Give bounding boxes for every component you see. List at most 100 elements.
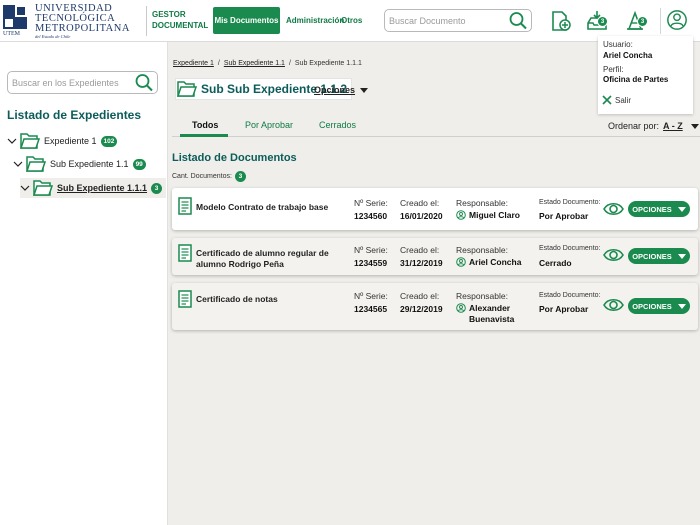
document-options-label: OPCIONES [632, 301, 672, 311]
nav-administracion[interactable]: Administración [286, 16, 344, 25]
chevron-down-icon[interactable] [20, 183, 30, 193]
tree-item-badge: 3 [151, 182, 163, 194]
new-document-icon[interactable] [549, 10, 573, 32]
user-dropdown: Usuario: Ariel Concha Perfil: Oficina de… [598, 36, 693, 114]
caret-down-icon [677, 303, 686, 309]
tree-item-sub-expediente-1-1-1[interactable]: Sub Expediente 1.1.1 3 [20, 178, 167, 198]
eye-icon[interactable] [603, 296, 624, 314]
document-options-button[interactable]: OPCIONES [628, 201, 690, 217]
folder-options-button[interactable]: Opciones [314, 85, 369, 95]
document-card[interactable]: Modelo Contrato de trabajo base Nº Serie… [172, 188, 698, 230]
search-icon[interactable] [508, 11, 528, 30]
document-icon [178, 290, 192, 308]
serie-label: Nº Serie: [354, 291, 388, 301]
created-label: Creado el: [400, 245, 440, 255]
state-label: Estado Documento: [539, 292, 601, 299]
state-label: Estado Documento: [539, 245, 601, 252]
serie-value: 1234559 [354, 258, 388, 268]
document-icon [178, 244, 192, 262]
document-search-input[interactable] [389, 13, 504, 29]
serie-label: Nº Serie: [354, 198, 388, 208]
document-list-title: Listado de Documentos [172, 152, 297, 164]
user-label: Usuario: [603, 40, 633, 49]
responsible-label: Responsable: [456, 198, 508, 208]
document-card[interactable]: Certificado de notas Nº Serie: 1234565 C… [172, 283, 698, 330]
eye-icon[interactable] [603, 246, 624, 264]
nav-otros[interactable]: Otros [341, 16, 362, 25]
search-icon[interactable] [134, 73, 154, 92]
logo-abbr: UTEM [3, 31, 20, 37]
breadcrumb-item[interactable]: Expediente 1 [173, 60, 214, 67]
responsible: Miguel Claro [456, 210, 520, 221]
logout-button[interactable]: Salir [602, 95, 631, 105]
responsible-label: Responsable: [456, 245, 508, 255]
document-search [384, 9, 532, 32]
close-icon [602, 95, 612, 105]
state-value: Cerrado [539, 258, 572, 268]
serie-value: 1234560 [354, 211, 388, 221]
sidebar: Listado de Expedientes Expediente 1 102 … [0, 42, 168, 525]
document-options-label: OPCIONES [632, 204, 672, 214]
header-divider [146, 6, 147, 36]
document-name[interactable]: Certificado de notas [196, 294, 346, 305]
tab-todos[interactable]: Todos [192, 120, 218, 130]
state-value: Por Aprobar [539, 211, 589, 221]
sidebar-title: Listado de Expedientes [7, 108, 142, 122]
user-icon[interactable] [665, 9, 689, 31]
folder-open-icon [33, 180, 53, 196]
user-icon [456, 210, 466, 220]
expediente-search-input[interactable] [12, 75, 132, 91]
profile-label: Perfil: [603, 65, 624, 74]
created-value: 29/12/2019 [400, 304, 443, 314]
breadcrumb: Expediente 1/ Sub Expediente 1.1/ Sub Ex… [173, 60, 362, 67]
folder-options-label: Opciones [314, 85, 356, 95]
tree-item-sub-expediente-1-1[interactable]: Sub Expediente 1.1 99 [13, 154, 146, 174]
document-name[interactable]: Certificado de alumno regular de alumno … [196, 248, 346, 270]
user-name: Ariel Concha [603, 51, 653, 60]
responsible-name: Ariel Concha [469, 257, 522, 267]
tree-item-label: Expediente 1 [44, 136, 97, 146]
logo-subtitle: del Estado de Chile [35, 34, 71, 39]
logo-text: UNIVERSIDAD TECNOLÓGICA METROPOLITANA [35, 3, 130, 34]
notifications-badge: 3 [637, 16, 648, 27]
breadcrumb-current: Sub Expediente 1.1.1 [294, 60, 362, 67]
tree-item-label: Sub Expediente 1.1.1 [57, 183, 148, 193]
folder-open-icon [177, 81, 197, 97]
app-name-line2: DOCUMENTAL [152, 21, 209, 30]
sort-label: Ordenar por: [608, 121, 660, 131]
expediente-search [7, 71, 158, 94]
document-options-label: OPCIONES [632, 251, 672, 261]
tab-cerrados[interactable]: Cerrados [319, 120, 356, 130]
chevron-down-icon[interactable] [7, 136, 17, 146]
active-tab-indicator [180, 134, 228, 137]
document-name[interactable]: Modelo Contrato de trabajo base [196, 202, 346, 213]
responsible: Ariel Concha [456, 257, 521, 268]
nav-mis-documentos[interactable]: Mis Documentos [213, 7, 280, 34]
eye-icon[interactable] [603, 200, 624, 218]
created-value: 16/01/2020 [400, 211, 443, 221]
chevron-down-icon[interactable] [13, 159, 23, 169]
created-value: 31/12/2019 [400, 258, 443, 268]
sort-control[interactable]: Ordenar por: A - Z [608, 121, 699, 131]
document-options-button[interactable]: OPCIONES [628, 248, 690, 264]
breadcrumb-item[interactable]: Sub Expediente 1.1 [224, 60, 285, 67]
app-name-line1: GESTOR [152, 10, 186, 19]
inbox-badge: 3 [597, 16, 608, 27]
document-options-button[interactable]: OPCIONES [628, 298, 690, 314]
tree-item-label: Sub Expediente 1.1 [50, 159, 129, 169]
tree-item-expediente-1[interactable]: Expediente 1 102 [7, 131, 118, 151]
serie-value: 1234565 [354, 304, 388, 314]
tab-por-aprobar[interactable]: Por Aprobar [245, 120, 293, 130]
state-value: Por Aprobar [539, 304, 589, 314]
utem-logo-icon [3, 5, 27, 29]
serie-label: Nº Serie: [354, 245, 388, 255]
utem-logo[interactable]: UTEM UNIVERSIDAD TECNOLÓGICA METROPOLITA… [3, 3, 143, 39]
logout-label: Salir [615, 95, 632, 105]
document-count-label: Cant. Documentos: [172, 173, 232, 180]
user-icon [456, 257, 466, 267]
document-card[interactable]: Certificado de alumno regular de alumno … [172, 238, 698, 275]
state-label: Estado Documento: [539, 199, 601, 206]
document-icon [178, 197, 192, 215]
folder-open-icon [20, 133, 40, 149]
caret-down-icon [677, 253, 686, 259]
